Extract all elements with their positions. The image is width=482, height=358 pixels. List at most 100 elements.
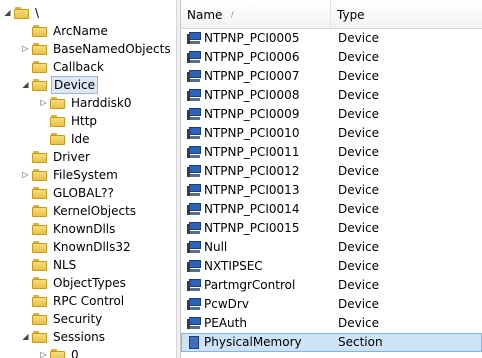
folder-icon [32, 313, 48, 325]
device-icon [187, 146, 201, 159]
object-name: NTPNP_PCI0011 [204, 145, 300, 159]
folder-icon [32, 187, 48, 199]
folder-icon [50, 97, 66, 109]
folder-icon [14, 7, 30, 19]
device-icon [187, 279, 201, 292]
list-row[interactable]: PEAuth Device [181, 314, 482, 333]
no-expander [21, 184, 30, 202]
folder-icon [50, 349, 66, 358]
list-row[interactable]: NTPNP_PCI0011 Device [181, 143, 482, 162]
device-icon [187, 298, 201, 311]
folder-icon [32, 151, 48, 163]
object-name: NTPNP_PCI0010 [204, 126, 300, 140]
folder-icon [50, 115, 66, 127]
object-name: NTPNP_PCI0012 [204, 164, 300, 178]
object-list-pane[interactable]: Name / Type NTPNP_PCI0005 Device NTPNP_PCI… [181, 0, 482, 358]
no-expander [21, 274, 30, 292]
tree-item-label: KnownDlls [53, 222, 116, 236]
tree-item-label: BaseNamedObjects [53, 42, 171, 56]
object-manager-window: ◢ \ ArcName ▷ BaseNamedObjects Callback ◢ Devic… [0, 0, 482, 358]
object-type: Device [338, 88, 380, 102]
tree-item-label: 0 [71, 348, 79, 358]
object-name: NTPNP_PCI0006 [204, 50, 300, 64]
column-header-type[interactable]: Type [331, 0, 482, 28]
object-type: Device [338, 259, 380, 273]
tree-item-label: KnownDlls32 [53, 240, 131, 254]
no-expander [39, 112, 48, 130]
tree-item-label: GLOBAL?? [53, 186, 114, 200]
collapsed-arrow-icon[interactable]: ▷ [39, 94, 48, 112]
tree-item-label: NLS [53, 258, 77, 272]
tree-item-label: ObjectTypes [53, 276, 126, 290]
sort-ascending-icon: / [231, 10, 234, 19]
list-row[interactable]: NXTIPSEC Device [181, 257, 482, 276]
list-row[interactable]: NTPNP_PCI0008 Device [181, 86, 482, 105]
collapsed-arrow-icon[interactable]: ▷ [21, 40, 30, 58]
tree-item-label: Http [71, 114, 98, 128]
tree-item-label: Security [53, 312, 103, 326]
object-name: NTPNP_PCI0014 [204, 202, 300, 216]
tree-item-label: ArcName [53, 24, 108, 38]
list-row[interactable]: PartmgrControl Device [181, 276, 482, 295]
folder-icon [32, 241, 48, 253]
folder-icon [32, 169, 48, 181]
expanded-arrow-icon[interactable]: ◢ [21, 328, 30, 346]
column-type-label: Type [337, 8, 365, 22]
folder-icon [32, 43, 48, 55]
object-type: Device [338, 31, 380, 45]
folder-icon [50, 133, 66, 145]
no-expander [21, 238, 30, 256]
column-name-label: Name [187, 8, 223, 22]
folder-icon [32, 223, 48, 235]
list-row[interactable]: PhysicalMemory Section [181, 333, 482, 352]
object-type: Device [338, 316, 380, 330]
list-row[interactable]: Null Device [181, 238, 482, 257]
device-icon [187, 32, 201, 45]
folder-icon [32, 331, 48, 343]
list-row[interactable]: NTPNP_PCI0009 Device [181, 105, 482, 124]
list-row[interactable]: NTPNP_PCI0014 Device [181, 200, 482, 219]
object-type: Device [338, 240, 380, 254]
device-icon [187, 203, 201, 216]
list-row[interactable]: NTPNP_PCI0005 Device [181, 29, 482, 48]
tree-item-label: Driver [53, 150, 90, 164]
collapsed-arrow-icon[interactable]: ▷ [39, 346, 48, 358]
collapsed-arrow-icon[interactable]: ▷ [21, 166, 30, 184]
no-expander [21, 22, 30, 40]
object-name: NXTIPSEC [204, 259, 263, 273]
object-name: Null [204, 240, 228, 254]
tree-item-label: Ide [71, 132, 90, 146]
object-type: Device [338, 69, 380, 83]
column-header-name[interactable]: Name / [181, 0, 331, 28]
device-icon [187, 51, 201, 64]
object-type: Device [338, 278, 380, 292]
tree-item-label: KernelObjects [53, 204, 137, 218]
list-row[interactable]: PcwDrv Device [181, 295, 482, 314]
object-name: PhysicalMemory [204, 335, 302, 349]
no-expander [21, 256, 30, 274]
list-row[interactable]: NTPNP_PCI0015 Device [181, 219, 482, 238]
folder-icon [32, 259, 48, 271]
device-icon [187, 317, 201, 330]
device-icon [187, 241, 201, 254]
tree-item-label: RPC Control [53, 294, 125, 308]
expanded-arrow-icon[interactable]: ◢ [3, 4, 12, 22]
no-expander [39, 130, 48, 148]
object-type: Device [338, 107, 380, 121]
object-tree-pane[interactable]: ◢ \ ArcName ▷ BaseNamedObjects Callback ◢ Devic… [0, 0, 176, 358]
list-row[interactable]: NTPNP_PCI0013 Device [181, 181, 482, 200]
folder-icon [32, 295, 48, 307]
tree-item-label: Sessions [53, 330, 106, 344]
device-icon [187, 260, 201, 273]
expanded-arrow-icon[interactable]: ◢ [21, 76, 30, 94]
list-row[interactable]: NTPNP_PCI0010 Device [181, 124, 482, 143]
list-row[interactable]: NTPNP_PCI0006 Device [181, 48, 482, 67]
folder-icon [32, 205, 48, 217]
object-type: Device [338, 221, 380, 235]
object-type: Section [338, 335, 383, 349]
device-icon [187, 108, 201, 121]
list-row[interactable]: NTPNP_PCI0007 Device [181, 67, 482, 86]
section-icon [187, 336, 201, 349]
object-type: Device [338, 164, 380, 178]
list-row[interactable]: NTPNP_PCI0012 Device [181, 162, 482, 181]
